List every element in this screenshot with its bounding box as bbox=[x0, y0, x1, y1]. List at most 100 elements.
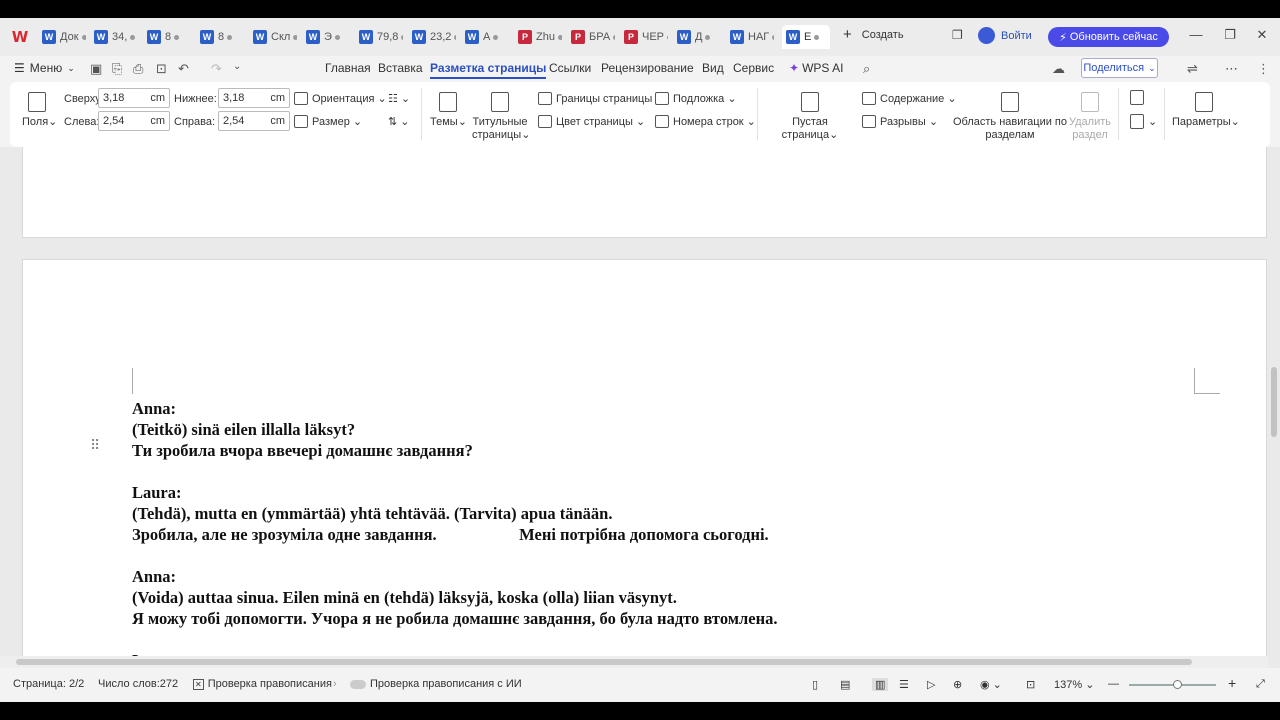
document-area[interactable]: Anna: (Teitkö) sinä eilen illalla läksyt?… bbox=[0, 147, 1280, 668]
document-tab[interactable]: P Zhu bbox=[514, 25, 562, 49]
tab-view[interactable]: Вид bbox=[702, 61, 724, 75]
section-navigation-button[interactable]: Область навигации по разделам bbox=[952, 92, 1068, 142]
size-button[interactable]: Размер ⌄ bbox=[294, 115, 362, 128]
right-margin-field[interactable]: 2,54 cm bbox=[218, 111, 290, 131]
maximize-icon[interactable]: ❐ bbox=[1222, 27, 1238, 43]
play-icon[interactable]: ▷ bbox=[927, 678, 935, 691]
themes-button[interactable]: Темы⌄ bbox=[430, 92, 467, 129]
tab-tools[interactable]: Сервис bbox=[733, 61, 774, 75]
window-switch-icon[interactable]: ❐ bbox=[952, 28, 963, 42]
new-tab-button[interactable]: + Создать bbox=[843, 27, 904, 42]
document-tab[interactable]: P ЧЕР bbox=[620, 25, 668, 49]
document-line[interactable] bbox=[132, 545, 777, 566]
scrollbar-thumb[interactable] bbox=[1271, 367, 1277, 437]
document-tab[interactable]: W8 bbox=[143, 25, 191, 49]
document-line[interactable]: (Teitkö) sinä eilen illalla läksyt? bbox=[132, 419, 777, 440]
document-line[interactable] bbox=[132, 629, 777, 650]
print-layout-icon[interactable]: ▥ bbox=[872, 678, 889, 691]
zoom-out-icon[interactable]: — bbox=[1108, 678, 1119, 690]
document-line[interactable]: Я можу тобі допомогти. Учора я не робила… bbox=[132, 608, 777, 629]
document-tab[interactable]: W Скл bbox=[249, 25, 297, 49]
blank-page-button[interactable]: Пустая страница⌄ bbox=[765, 92, 855, 142]
page-1[interactable] bbox=[22, 147, 1267, 238]
document-tab[interactable]: W8 bbox=[196, 25, 244, 49]
tab-references[interactable]: Ссылки bbox=[549, 61, 591, 75]
web-layout-icon[interactable]: ⊕ bbox=[953, 678, 962, 691]
page-indicator[interactable]: Страница: 2/2 bbox=[13, 678, 84, 690]
document-tab[interactable]: W Док bbox=[38, 25, 86, 49]
tab-insert[interactable]: Вставка bbox=[378, 61, 423, 75]
upgrade-button[interactable]: ⚡ Обновить сейчас bbox=[1048, 27, 1169, 47]
outline-icon[interactable]: ☰ bbox=[899, 678, 909, 691]
expand-icon[interactable]: ⤢ bbox=[1256, 678, 1265, 691]
eye-protection-icon[interactable]: ◉ ⌄ bbox=[980, 678, 1002, 691]
print-preview-icon[interactable]: ⊡ bbox=[156, 61, 167, 77]
customize-toolbar-icon[interactable]: ⌄ bbox=[233, 61, 241, 72]
text-direction-button[interactable]: ⇅ ⌄ bbox=[388, 115, 410, 128]
columns-button[interactable]: ☷ ⌄ bbox=[388, 92, 410, 105]
undo-icon[interactable]: ↶ bbox=[178, 61, 189, 77]
document-line[interactable]: (Tehdä), mutta en (ymmärtää) yhtä tehtäv… bbox=[132, 503, 777, 524]
redo-icon[interactable]: ↷ bbox=[211, 61, 222, 77]
zoom-in-icon[interactable]: + bbox=[1228, 675, 1236, 691]
zoom-slider[interactable] bbox=[1129, 680, 1216, 689]
document-line[interactable] bbox=[132, 461, 777, 482]
minimize-icon[interactable]: — bbox=[1188, 27, 1204, 42]
document-text[interactable]: Anna: (Teitkö) sinä eilen illalla läksyt?… bbox=[132, 398, 777, 668]
document-tab[interactable]: W 34, bbox=[90, 25, 138, 49]
document-line[interactable]: Laura: bbox=[132, 482, 777, 503]
print-icon[interactable]: ⎙ bbox=[133, 61, 143, 77]
tab-page-layout[interactable]: Разметка страницы bbox=[430, 61, 547, 79]
document-line[interactable]: Зробила, але не зрозуміла одне завдання.… bbox=[132, 524, 777, 545]
collapse-ribbon-icon[interactable]: ⇌ bbox=[1187, 61, 1198, 77]
page-setup-icon[interactable] bbox=[1130, 90, 1148, 105]
page-2[interactable]: Anna: (Teitkö) sinä eilen illalla läksyt?… bbox=[22, 259, 1267, 668]
page-mode-icon[interactable]: ▤ bbox=[840, 678, 850, 691]
tab-review[interactable]: Рецензирование bbox=[601, 61, 694, 75]
horizontal-scrollbar[interactable] bbox=[0, 656, 1268, 668]
search-icon[interactable]: ⌕ bbox=[863, 61, 870, 77]
save-icon[interactable]: ▣ bbox=[90, 61, 102, 77]
title-pages-button[interactable]: Титульные страницы⌄ bbox=[472, 92, 530, 142]
watermark-button[interactable]: Подложка ⌄ bbox=[655, 92, 737, 105]
document-line[interactable]: Anna: bbox=[132, 566, 777, 587]
margins-button[interactable]: Поля⌄ bbox=[22, 92, 57, 129]
top-margin-field[interactable]: 3,18 cm bbox=[98, 88, 170, 108]
contents-button[interactable]: Содержание ⌄ bbox=[862, 92, 957, 105]
page-borders-button[interactable]: Границы страницы bbox=[538, 92, 652, 105]
document-tab[interactable]: WД bbox=[673, 25, 721, 49]
zoom-slider-knob[interactable] bbox=[1173, 680, 1182, 689]
parameters-button[interactable]: Параметры⌄ bbox=[1172, 92, 1240, 129]
page-format-icon[interactable]: ⌄ bbox=[1130, 114, 1157, 129]
left-margin-field[interactable]: 2,54 cm bbox=[98, 111, 170, 131]
breaks-button[interactable]: Разрывы ⌄ bbox=[862, 115, 938, 128]
fit-page-icon[interactable]: ⊡ bbox=[1026, 678, 1035, 691]
document-tab[interactable]: WЕ bbox=[782, 25, 830, 49]
page-color-button[interactable]: Цвет страницы ⌄ bbox=[538, 115, 645, 128]
word-count[interactable]: Число слов:272 bbox=[98, 678, 178, 690]
vertical-scrollbar[interactable] bbox=[1268, 147, 1280, 668]
orientation-button[interactable]: Ориентация ⌄ bbox=[294, 92, 387, 105]
document-tab[interactable]: W 79,8 bbox=[355, 25, 403, 49]
drag-handle-icon[interactable]: ⠿ bbox=[90, 437, 100, 454]
main-menu-button[interactable]: ☰ Меню ⌄ bbox=[14, 61, 75, 75]
close-icon[interactable]: ✕ bbox=[1254, 27, 1270, 43]
delete-section-button[interactable]: Удалить раздел bbox=[1068, 92, 1112, 142]
document-tab[interactable]: WА bbox=[461, 25, 509, 49]
tab-home[interactable]: Главная bbox=[325, 61, 371, 75]
login-button[interactable]: Войти bbox=[978, 27, 1032, 44]
tab-wps-ai[interactable]: ✦ WPS AI bbox=[789, 61, 843, 75]
scrollbar-thumb[interactable] bbox=[16, 659, 1192, 665]
line-numbers-button[interactable]: Номера строк ⌄ bbox=[655, 115, 756, 128]
document-line[interactable]: Anna: bbox=[132, 398, 777, 419]
document-line[interactable]: Ти зробила вчора ввечері домашнє завданн… bbox=[132, 440, 777, 461]
export-pdf-icon[interactable]: ⎘ bbox=[112, 61, 122, 77]
ai-spellcheck-toggle[interactable]: Проверка правописания с ИИ bbox=[350, 678, 522, 690]
share-button[interactable]: Поделиться ⌄ bbox=[1081, 58, 1158, 78]
document-tab[interactable]: P БРА bbox=[567, 25, 615, 49]
document-tab[interactable]: W НАГ bbox=[726, 25, 774, 49]
document-line[interactable]: (Voida) auttaa sinua. Eilen minä en (teh… bbox=[132, 587, 777, 608]
zoom-level[interactable]: 137% ⌄ bbox=[1054, 678, 1094, 691]
document-tab[interactable]: W 23,2 bbox=[408, 25, 456, 49]
vertical-more-icon[interactable]: ⋮ bbox=[1257, 61, 1270, 77]
